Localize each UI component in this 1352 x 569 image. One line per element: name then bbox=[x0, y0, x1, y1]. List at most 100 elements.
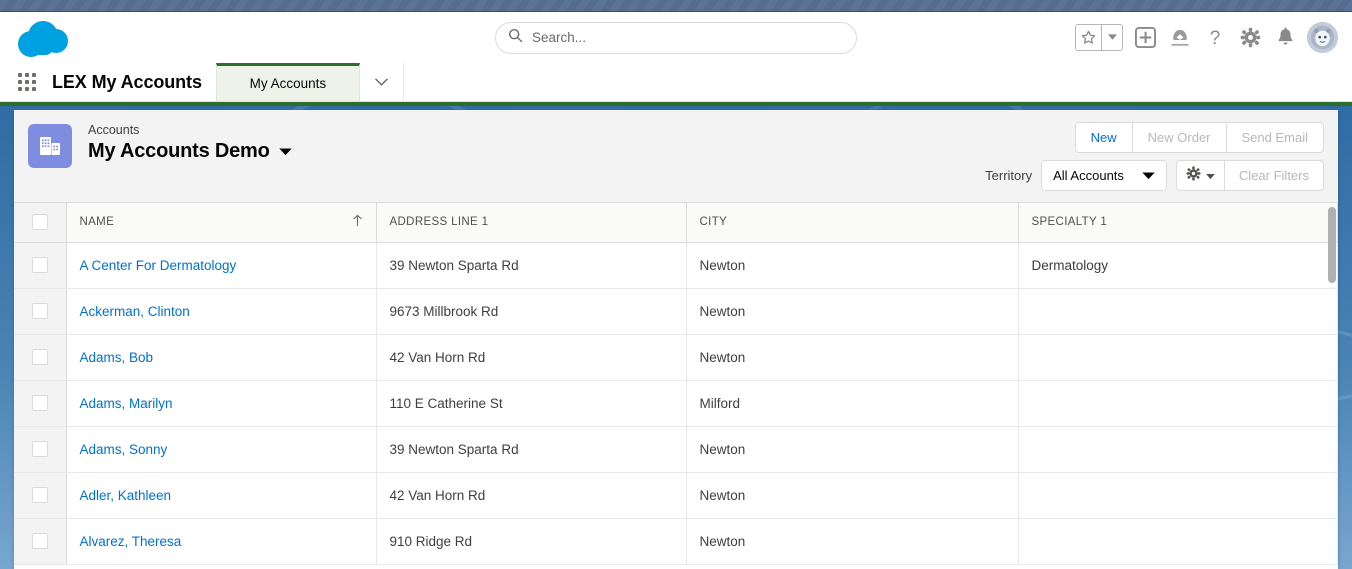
territory-select[interactable]: All Accounts bbox=[1041, 160, 1167, 191]
cell-city: Newton bbox=[686, 288, 1018, 334]
cell-specialty bbox=[1018, 288, 1338, 334]
select-all-header[interactable] bbox=[14, 203, 66, 242]
gear-icon bbox=[1186, 166, 1201, 186]
column-label: NAME bbox=[80, 216, 115, 228]
table-header-row: NAME ADDRESS LINE 1 bbox=[14, 203, 1338, 242]
territory-label: Territory bbox=[985, 168, 1032, 183]
row-checkbox[interactable] bbox=[32, 441, 48, 457]
chevron-down-icon bbox=[1142, 168, 1155, 183]
list-view-chevron-down-icon[interactable] bbox=[279, 143, 292, 161]
global-search[interactable] bbox=[495, 22, 857, 54]
cell-specialty bbox=[1018, 472, 1338, 518]
cell-address: 42 Van Horn Rd bbox=[376, 334, 686, 380]
account-link[interactable]: A Center For Dermatology bbox=[80, 258, 237, 273]
svg-text:?: ? bbox=[1210, 28, 1221, 49]
cell-city: Newton bbox=[686, 242, 1018, 288]
row-select-cell[interactable] bbox=[14, 426, 66, 472]
accounts-building-icon bbox=[28, 124, 72, 168]
cell-name: Alvarez, Theresa bbox=[66, 518, 376, 564]
row-checkbox[interactable] bbox=[32, 303, 48, 319]
global-header: ? bbox=[0, 12, 1352, 63]
row-checkbox[interactable] bbox=[32, 395, 48, 411]
cell-address: 42 Van Horn Rd bbox=[376, 472, 686, 518]
account-link[interactable]: Adams, Sonny bbox=[80, 442, 168, 457]
column-header-name[interactable]: NAME bbox=[66, 203, 376, 242]
new-order-button[interactable]: New Order bbox=[1132, 122, 1227, 153]
list-settings-button[interactable] bbox=[1176, 160, 1225, 191]
favorites-star-icon[interactable] bbox=[1076, 25, 1101, 50]
nav-tab-list: My Accounts bbox=[216, 63, 360, 101]
table-row[interactable]: Adams, Bob 42 Van Horn Rd Newton bbox=[14, 334, 1338, 380]
select-all-checkbox[interactable] bbox=[32, 214, 48, 230]
account-link[interactable]: Adams, Marilyn bbox=[80, 396, 173, 411]
app-accent-rule bbox=[0, 102, 1352, 106]
notifications-bell-icon[interactable] bbox=[1272, 25, 1298, 51]
global-actions-plus-icon[interactable] bbox=[1132, 25, 1158, 51]
list-view-header: Accounts My Accounts Demo New New Order … bbox=[14, 110, 1338, 203]
favorites-dropdown-icon[interactable] bbox=[1101, 25, 1122, 50]
row-select-cell[interactable] bbox=[14, 518, 66, 564]
search-input[interactable] bbox=[532, 30, 844, 45]
column-label: ADDRESS LINE 1 bbox=[390, 216, 489, 228]
cell-name: A Center For Dermatology bbox=[66, 242, 376, 288]
account-link[interactable]: Adams, Bob bbox=[80, 350, 154, 365]
account-link[interactable]: Ackerman, Clinton bbox=[80, 304, 190, 319]
table-row[interactable]: Adler, Kathleen 42 Van Horn Rd Newton bbox=[14, 472, 1338, 518]
table-row[interactable]: Adams, Sonny 39 Newton Sparta Rd Newton bbox=[14, 426, 1338, 472]
help-question-icon[interactable]: ? bbox=[1202, 25, 1228, 51]
table-row[interactable]: Adams, Marilyn 110 E Catherine St Milfor… bbox=[14, 380, 1338, 426]
table-row[interactable]: A Center For Dermatology 39 Newton Spart… bbox=[14, 242, 1338, 288]
scrollbar-thumb[interactable] bbox=[1328, 207, 1336, 283]
list-filter-controls: Territory All Accounts bbox=[985, 160, 1324, 191]
cell-address: 110 E Catherine St bbox=[376, 380, 686, 426]
account-link[interactable]: Adler, Kathleen bbox=[80, 488, 172, 503]
tab-label: My Accounts bbox=[250, 76, 327, 91]
row-select-cell[interactable] bbox=[14, 288, 66, 334]
cell-specialty bbox=[1018, 334, 1338, 380]
clear-filters-button[interactable]: Clear Filters bbox=[1225, 160, 1324, 191]
column-header-city[interactable]: CITY bbox=[686, 203, 1018, 242]
row-checkbox[interactable] bbox=[32, 487, 48, 503]
row-checkbox[interactable] bbox=[32, 533, 48, 549]
column-label: SPECIALTY 1 bbox=[1032, 216, 1108, 228]
account-link[interactable]: Alvarez, Theresa bbox=[80, 534, 182, 549]
row-select-cell[interactable] bbox=[14, 472, 66, 518]
app-navigation-bar: LEX My Accounts My Accounts bbox=[0, 63, 1352, 102]
list-view-card: Accounts My Accounts Demo New New Order … bbox=[14, 110, 1338, 569]
user-avatar[interactable] bbox=[1307, 22, 1338, 53]
row-checkbox[interactable] bbox=[32, 349, 48, 365]
table-body: A Center For Dermatology 39 Newton Spart… bbox=[14, 242, 1338, 564]
app-launcher-waffle-icon[interactable] bbox=[0, 63, 46, 101]
accounts-table-wrapper: NAME ADDRESS LINE 1 bbox=[14, 203, 1338, 569]
vertical-scrollbar[interactable] bbox=[1328, 203, 1336, 569]
tab-overflow-chevron-down-icon[interactable] bbox=[360, 63, 404, 101]
cell-city: Newton bbox=[686, 472, 1018, 518]
cell-name: Adams, Sonny bbox=[66, 426, 376, 472]
send-email-button[interactable]: Send Email bbox=[1226, 122, 1324, 153]
row-checkbox[interactable] bbox=[32, 257, 48, 273]
salesforce-cloud-logo[interactable] bbox=[18, 21, 70, 55]
new-button[interactable]: New bbox=[1075, 122, 1133, 153]
cell-address: 910 Ridge Rd bbox=[376, 518, 686, 564]
tab-my-accounts[interactable]: My Accounts bbox=[216, 63, 360, 101]
cell-city: Milford bbox=[686, 380, 1018, 426]
list-settings-group: Clear Filters bbox=[1176, 160, 1324, 191]
row-select-cell[interactable] bbox=[14, 334, 66, 380]
cell-address: 39 Newton Sparta Rd bbox=[376, 242, 686, 288]
setup-gear-icon[interactable] bbox=[1237, 25, 1263, 51]
table-row[interactable]: Alvarez, Theresa 910 Ridge Rd Newton bbox=[14, 518, 1338, 564]
favorites-button-group[interactable] bbox=[1075, 24, 1123, 51]
column-header-address-line-1[interactable]: ADDRESS LINE 1 bbox=[376, 203, 686, 242]
cell-name: Adams, Marilyn bbox=[66, 380, 376, 426]
cell-name: Ackerman, Clinton bbox=[66, 288, 376, 334]
table-row[interactable]: Ackerman, Clinton 9673 Millbrook Rd Newt… bbox=[14, 288, 1338, 334]
cell-specialty bbox=[1018, 380, 1338, 426]
row-select-cell[interactable] bbox=[14, 242, 66, 288]
cell-city: Newton bbox=[686, 426, 1018, 472]
cell-specialty: Dermatology bbox=[1018, 242, 1338, 288]
row-select-cell[interactable] bbox=[14, 380, 66, 426]
learn-trailhead-icon[interactable] bbox=[1167, 25, 1193, 51]
accounts-table: NAME ADDRESS LINE 1 bbox=[14, 203, 1338, 565]
column-header-specialty-1[interactable]: SPECIALTY 1 bbox=[1018, 203, 1338, 242]
column-label: CITY bbox=[700, 216, 728, 228]
